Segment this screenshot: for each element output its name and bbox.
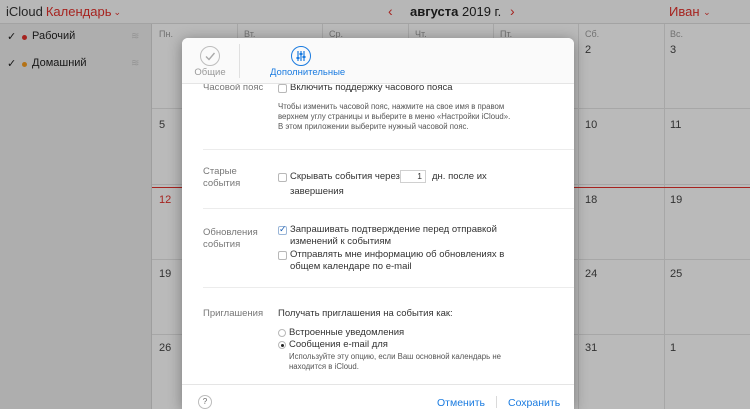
timezone-support-label: Включить поддержку часового пояса (290, 84, 453, 93)
confirm-changes-label: Запрашивать подтверждение перед отправко… (290, 224, 497, 235)
confirm-changes-label: изменений к событиям (290, 236, 392, 247)
settings-tabs: Общие Дополнительные (182, 38, 574, 84)
footer-divider (496, 396, 497, 408)
settings-dialog: Общие Дополнительные Часовой пояс Включи… (182, 38, 574, 409)
sliders-icon (291, 46, 311, 66)
timezone-section-label: Часовой пояс (203, 84, 264, 93)
email-updates-label: общем календаре по e-mail (290, 261, 412, 272)
email-updates-checkbox[interactable] (278, 251, 287, 260)
email-invitations-label: Сообщения e-mail для (289, 339, 388, 350)
hide-old-events-label: Скрывать события через (290, 171, 400, 182)
timezone-note: верхнем углу страницы и выберите в меню … (278, 112, 511, 121)
tab-advanced-label: Дополнительные (270, 67, 346, 78)
invitations-heading: Получать приглашения на события как: (278, 308, 453, 319)
settings-scroll-area[interactable]: Часовой пояс Включить поддержку часового… (182, 84, 574, 384)
timezone-support-checkbox[interactable] (278, 84, 287, 93)
section-separator (203, 149, 574, 150)
email-invitations-note: Используйте эту опцию, если Ваш основной… (289, 352, 501, 361)
checkmark-circle-icon (200, 46, 220, 66)
inapp-notifications-label: Встроенные уведомления (289, 327, 405, 338)
updates-section-label: события (203, 239, 241, 250)
invitations-section-label: Приглашения (203, 308, 264, 319)
timezone-note: Чтобы изменить часовой пояс, нажмите на … (278, 102, 505, 111)
email-invitations-radio[interactable] (278, 341, 286, 349)
cancel-button[interactable]: Отменить (437, 397, 485, 409)
updates-section-label: Обновления (203, 227, 258, 238)
hide-old-events-checkbox[interactable] (278, 173, 287, 182)
hide-old-events-suffix: завершения (290, 186, 344, 197)
tab-advanced[interactable]: Дополнительные (270, 38, 346, 84)
section-separator (203, 208, 574, 209)
tab-divider (239, 44, 240, 78)
help-button[interactable]: ? (198, 395, 212, 409)
hide-old-events-suffix: дн. после их (432, 171, 487, 182)
checkmark-icon: ✓ (279, 224, 287, 234)
tab-general[interactable]: Общие (188, 38, 232, 84)
email-invitations-note: находится в iCloud. (289, 362, 359, 371)
timezone-note: В этом приложении выберите нужный часово… (278, 122, 469, 131)
email-updates-label: Отправлять мне информацию об обновлениях… (290, 249, 505, 260)
save-button[interactable]: Сохранить (508, 397, 560, 409)
old-events-section-label: события (203, 178, 241, 189)
hide-after-days-input[interactable]: 1 (400, 170, 426, 183)
dialog-footer: ? Отменить Сохранить (182, 384, 574, 409)
inapp-notifications-radio[interactable] (278, 329, 286, 337)
section-separator (203, 287, 574, 288)
old-events-section-label: Старые (203, 166, 237, 177)
confirm-changes-checkbox[interactable]: ✓ (278, 224, 287, 235)
tab-general-label: Общие (194, 67, 226, 78)
